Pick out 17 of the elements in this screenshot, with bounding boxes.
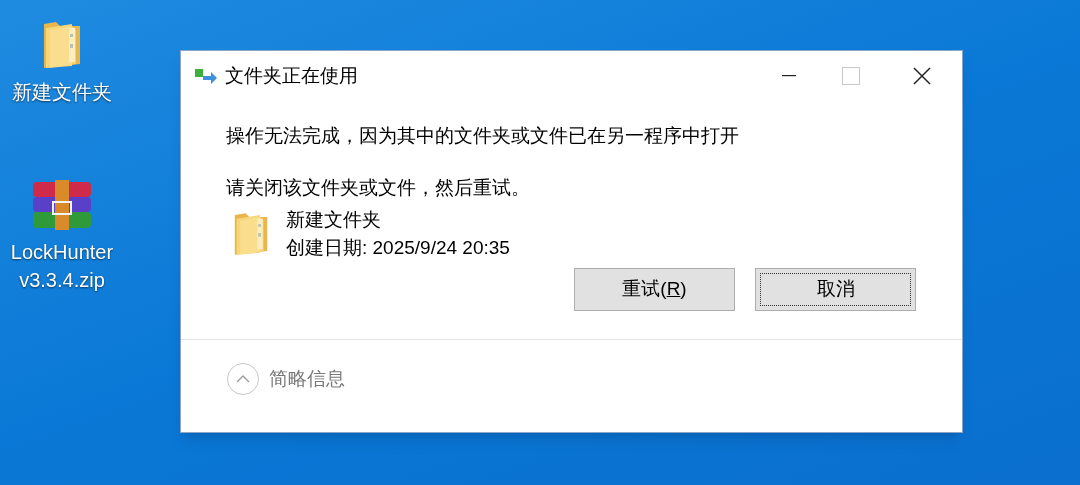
transfer-icon: [195, 67, 217, 85]
chevron-icon: [236, 375, 250, 383]
close-icon: [913, 67, 931, 85]
instruction-text: 请关闭该文件夹或文件，然后重试。: [226, 176, 531, 200]
cancel-button[interactable]: 取消: [755, 268, 916, 311]
window-title: 文件夹正在使用: [225, 63, 358, 88]
file-name: 新建文件夹: [286, 208, 382, 232]
retry-button[interactable]: 重试(R): [574, 268, 735, 311]
file-created-date: 创建日期: 2025/9/24 20:35: [286, 236, 510, 260]
desktop-icon-label[interactable]: 新建文件夹: [0, 78, 124, 106]
maximize-icon: [842, 67, 860, 85]
folder-icon: [42, 20, 82, 70]
details-toggle-label[interactable]: 简略信息: [269, 364, 345, 394]
error-message: 操作无法完成，因为其中的文件夹或文件已在另一程序中打开: [226, 124, 740, 148]
desktop-icon-label[interactable]: LockHunter v3.3.4.zip: [0, 238, 124, 294]
minimize-icon: [782, 75, 796, 77]
archive-icon: [31, 180, 93, 230]
